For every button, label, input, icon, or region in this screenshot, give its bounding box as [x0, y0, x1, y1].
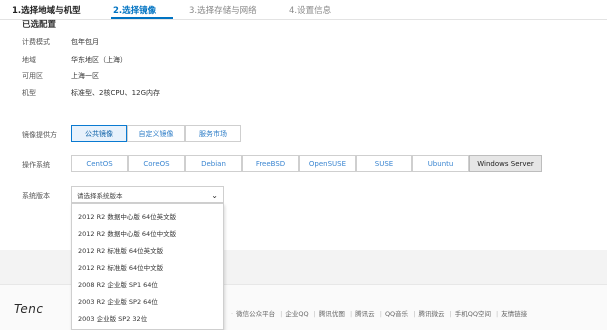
version-select[interactable]: 请选择系统版本 ⌄: [71, 186, 224, 203]
version-select-placeholder: 请选择系统版本: [77, 191, 123, 200]
step-progress-bar: 1.选择地域与机型 2.选择镜像 3.选择存储与网络 4.设置信息: [0, 0, 607, 20]
version-option[interactable]: 2012 R2 标准版 64位中文版: [78, 262, 163, 272]
version-option[interactable]: 2003 企业版 SP2 32位: [78, 313, 147, 323]
footer-link[interactable]: 手机QQ空间: [455, 310, 491, 318]
os-option-freebsd[interactable]: FreeBSD: [242, 155, 299, 172]
image-provider-public[interactable]: 公共镜像: [71, 125, 127, 142]
image-provider-custom[interactable]: 自定义镜像: [127, 125, 185, 142]
chevron-down-icon[interactable]: ⌄: [211, 191, 218, 200]
os-option-coreos[interactable]: CoreOS: [128, 155, 185, 172]
os-label: 操作系统: [22, 161, 50, 169]
os-option-debian[interactable]: Debian: [185, 155, 242, 172]
version-option[interactable]: 2012 R2 数据中心版 64位中文版: [78, 228, 176, 238]
footer-link[interactable]: 企业QQ: [285, 310, 308, 318]
version-dropdown-list: 2012 R2 数据中心版 64位英文版 2012 R2 数据中心版 64位中文…: [71, 203, 224, 330]
active-step-indicator: [111, 17, 173, 19]
footer-link[interactable]: 腾讯微云: [418, 310, 444, 318]
version-option[interactable]: 2008 R2 企业版 SP1 64位: [78, 279, 158, 289]
os-option-ubuntu[interactable]: Ubuntu: [412, 155, 469, 172]
version-option[interactable]: 2012 R2 标准版 64位英文版: [78, 245, 163, 255]
config-label: 地域: [22, 56, 36, 64]
config-value: 包年包月: [71, 38, 99, 46]
step-storage-and-network: 3.选择存储与网络: [189, 6, 257, 16]
footer-link[interactable]: QQ音乐: [385, 310, 408, 318]
footer-link[interactable]: 腾讯云: [355, 310, 375, 318]
image-provider-label: 镜像提供方: [22, 131, 57, 139]
footer-link[interactable]: 友情链接: [501, 310, 527, 318]
os-option-centos[interactable]: CentOS: [71, 155, 128, 172]
tencent-logo[interactable]: Tenc: [14, 302, 43, 316]
config-label: 机型: [22, 89, 36, 97]
config-value: 上海一区: [71, 72, 99, 80]
version-option[interactable]: 2003 R2 企业版 SP2 64位: [78, 296, 158, 306]
version-label: 系统版本: [22, 192, 50, 200]
config-label: 计费模式: [22, 38, 50, 46]
image-provider-marketplace[interactable]: 服务市场: [185, 125, 241, 142]
step-select-image[interactable]: 2.选择镜像: [113, 4, 156, 16]
footer-link[interactable]: 腾讯优图: [319, 310, 345, 318]
footer-link[interactable]: 微信公众平台: [236, 310, 275, 318]
config-value: 标准型、2核CPU、12G内存: [71, 89, 161, 97]
selected-config-title: 已选配置: [22, 20, 57, 30]
config-label: 可用区: [22, 72, 43, 80]
version-option[interactable]: 2012 R2 数据中心版 64位英文版: [78, 211, 176, 221]
step-region-and-model[interactable]: 1.选择地域与机型: [12, 4, 81, 16]
os-option-opensuse[interactable]: OpenSUSE: [299, 155, 356, 172]
os-option-windows-server[interactable]: Windows Server: [469, 155, 542, 172]
step-settings: 4.设置信息: [289, 6, 332, 16]
footer-links: · 微信公众平台 | 企业QQ | 腾讯优图 | 腾讯云 | QQ音乐 | 腾讯微云 | 手机…: [231, 310, 528, 318]
os-option-suse[interactable]: SUSE: [356, 155, 412, 172]
config-value: 华东地区（上海）: [71, 56, 127, 64]
